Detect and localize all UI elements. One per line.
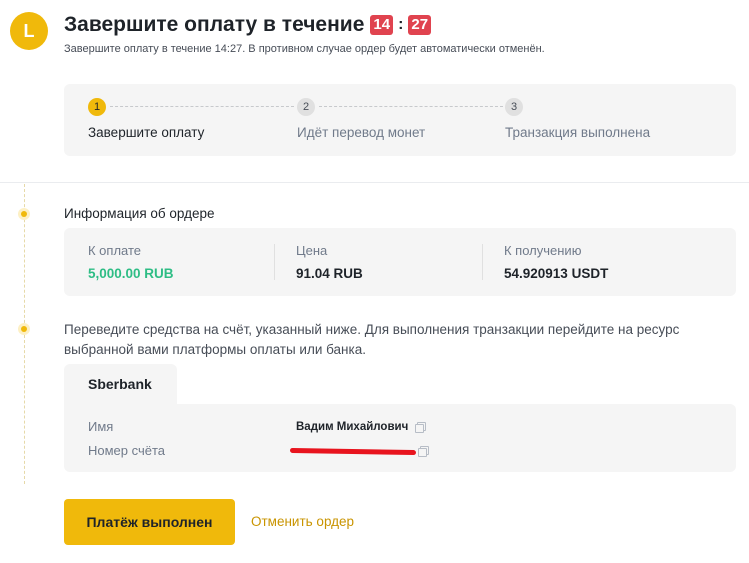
redaction-mark (289, 447, 417, 456)
name-value: Вадим Михайлович (296, 421, 409, 433)
amount-label: К оплате (88, 243, 142, 258)
order-info-title: Информация об ордере (64, 206, 215, 221)
account-label: Номер счёта (88, 443, 166, 458)
column-divider (482, 244, 483, 280)
price-label: Цена (296, 243, 328, 258)
page-subtitle: Завершите оплату в течение 14:27. В прот… (64, 43, 545, 55)
step-1-label: Завершите оплату (88, 125, 205, 140)
order-info-panel: К оплате 5,000.00 RUB Цена 91.04 RUB К п… (64, 228, 736, 296)
page-title: Завершите оплату в течение 14 : 27 (64, 13, 432, 37)
avatar: L (10, 12, 48, 50)
step-connector (110, 106, 294, 107)
receive-value: 54.920913 USDT (504, 266, 609, 281)
column-divider (274, 244, 275, 280)
cancel-order-link[interactable]: Отменить ордер (251, 514, 354, 529)
copy-icon[interactable] (415, 422, 426, 433)
step-connector (319, 106, 503, 107)
name-label: Имя (88, 419, 114, 434)
timeline-dot (18, 323, 30, 335)
step-2-circle: 2 (297, 98, 315, 116)
price-column: Цена 91.04 RUB (296, 243, 363, 281)
step-1-circle: 1 (88, 98, 106, 116)
amount-column: К оплате 5,000.00 RUB (88, 243, 174, 281)
receive-label: К получению (504, 243, 582, 258)
copy-icon[interactable] (418, 446, 429, 457)
page-title-text: Завершите оплату в течение (64, 13, 365, 36)
price-value: 91.04 RUB (296, 266, 363, 281)
payment-details-panel: Имя Вадим Михайлович Номер счёта (64, 404, 736, 472)
receive-column: К получению 54.920913 USDT (504, 243, 608, 281)
progress-steps: 1 2 3 Завершите оплату Идёт перевод моне… (64, 84, 736, 156)
timer-seconds: 27 (408, 15, 432, 35)
divider (0, 182, 749, 183)
transfer-instructions: Переведите средства на счёт, указанный н… (64, 322, 680, 357)
step-3-circle: 3 (505, 98, 523, 116)
timeline-dot (18, 208, 30, 220)
step-2-label: Идёт перевод монет (297, 125, 426, 140)
step-3-label: Транзакция выполнена (505, 125, 651, 140)
timer-minutes: 14 (370, 15, 394, 35)
amount-value: 5,000.00 RUB (88, 266, 174, 281)
payment-done-button[interactable]: Платёж выполнен (64, 499, 235, 545)
timer-separator: : (398, 16, 404, 33)
bank-tab-sberbank[interactable]: Sberbank (64, 364, 177, 405)
